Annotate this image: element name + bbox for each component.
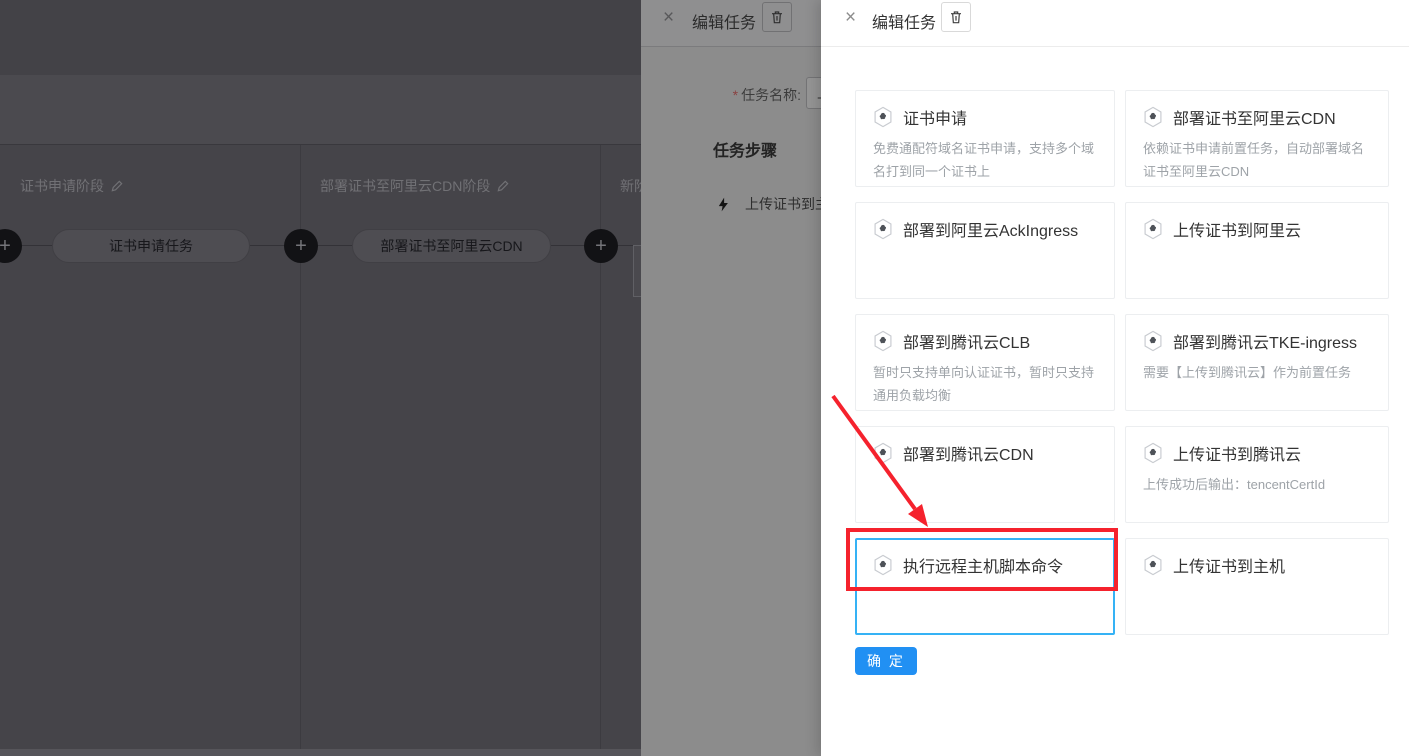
trash-icon: [948, 9, 964, 25]
delete-task-button[interactable]: [762, 2, 792, 32]
plugin-hexagon-icon: [873, 218, 893, 240]
plugin-hexagon-icon: [1143, 218, 1163, 240]
connector-line: [250, 245, 286, 246]
card-head: 证书申请: [873, 105, 1097, 129]
card-description: 依赖证书申请前置任务，自动部署域名证书至阿里云CDN: [1143, 138, 1371, 184]
task-type-card[interactable]: 上传证书到腾讯云上传成功后输出：tencentCertId: [1125, 426, 1389, 523]
trash-icon: [769, 9, 785, 25]
card-head: 部署到腾讯云CLB: [873, 329, 1097, 353]
app-canvas: 证书申请阶段 部署证书至阿里云CDN阶段 新阶段 证书申请任务 部署证书至阿里云…: [0, 0, 1409, 756]
card-head: 上传证书到阿里云: [1143, 217, 1371, 241]
task-name-label-text: 任务名称:: [741, 87, 801, 103]
task-name-label: *任务名称:: [701, 85, 801, 105]
task-node-deploy-aliyun-cdn[interactable]: 部署证书至阿里云CDN: [352, 229, 551, 263]
card-title: 部署到阿里云AckIngress: [903, 217, 1078, 241]
stage-title-text: 证书申请阶段: [20, 176, 104, 196]
required-mark: *: [733, 87, 738, 103]
edit-task-drawer-front: × 编辑任务 证书申请免费通配符域名证书申请，支持多个域名打到同一个证书上部署证…: [821, 0, 1409, 756]
card-head: 上传证书到主机: [1143, 553, 1371, 577]
card-head: 部署到阿里云AckIngress: [873, 217, 1097, 241]
stage-title-text: 部署证书至阿里云CDN阶段: [320, 176, 490, 196]
card-description: 上传成功后输出：tencentCertId: [1143, 474, 1371, 497]
plugin-hexagon-icon: [1143, 554, 1163, 576]
card-description: 暂时只支持单向认证证书，暂时只支持通用负载均衡: [873, 362, 1097, 408]
plugin-hexagon-icon: [1143, 330, 1163, 352]
card-head: 部署到腾讯云TKE-ingress: [1143, 329, 1371, 353]
task-type-card[interactable]: 部署到腾讯云TKE-ingress 需要【上传到腾讯云】作为前置任务: [1125, 314, 1389, 411]
card-title: 部署到腾讯云CDN: [903, 441, 1034, 465]
add-stage-button[interactable]: +: [0, 229, 22, 263]
card-title: 上传证书到腾讯云: [1173, 441, 1301, 465]
add-stage-button[interactable]: +: [284, 229, 318, 263]
lightning-icon: [716, 196, 731, 213]
card-title: 部署到腾讯云TKE-ingress: [1173, 329, 1357, 353]
card-head: 上传证书到腾讯云: [1143, 441, 1371, 465]
card-description: 需要【上传到腾讯云】作为前置任务: [1143, 362, 1371, 385]
card-head: 执行远程主机脚本命令: [873, 553, 1097, 577]
task-type-card[interactable]: 部署到腾讯云CDN: [855, 426, 1115, 523]
card-title: 部署证书至阿里云CDN: [1173, 105, 1336, 129]
drawer-title: 编辑任务: [692, 9, 756, 33]
card-title: 上传证书到阿里云: [1173, 217, 1301, 241]
task-step-item[interactable]: 上传证书到主机: [716, 194, 821, 214]
task-type-card[interactable]: 执行远程主机脚本命令: [855, 538, 1115, 635]
task-name-input[interactable]: [806, 77, 821, 109]
plugin-hexagon-icon: [873, 330, 893, 352]
task-type-card[interactable]: 上传证书到主机: [1125, 538, 1389, 635]
task-type-card[interactable]: 部署到腾讯云CLB 暂时只支持单向认证证书，暂时只支持通用负载均衡: [855, 314, 1115, 411]
edit-task-drawer-back: × 编辑任务 *任务名称: 任务步骤 上传证书到主机: [641, 0, 821, 756]
add-stage-button[interactable]: +: [584, 229, 618, 263]
delete-task-button[interactable]: [941, 2, 971, 32]
plugin-hexagon-icon: [873, 106, 893, 128]
card-head: 部署到腾讯云CDN: [873, 441, 1097, 465]
card-title: 部署到腾讯云CLB: [903, 329, 1030, 353]
task-type-card[interactable]: 部署到阿里云AckIngress: [855, 202, 1115, 299]
task-node-cert-request[interactable]: 证书申请任务: [52, 229, 250, 263]
card-title: 执行远程主机脚本命令: [903, 553, 1063, 577]
confirm-button[interactable]: 确 定: [855, 647, 917, 675]
card-description: 免费通配符域名证书申请，支持多个域名打到同一个证书上: [873, 138, 1097, 184]
connector-line: [18, 245, 52, 246]
close-icon[interactable]: ×: [663, 7, 674, 29]
card-head: 部署证书至阿里云CDN: [1143, 105, 1371, 129]
task-step-label: 上传证书到主机: [745, 194, 821, 214]
task-type-card[interactable]: 证书申请免费通配符域名证书申请，支持多个域名打到同一个证书上: [855, 90, 1115, 187]
plugin-hexagon-icon: [873, 554, 893, 576]
edit-pencil-icon: [496, 179, 510, 193]
edit-pencil-icon: [110, 179, 124, 193]
plugin-hexagon-icon: [1143, 106, 1163, 128]
card-title: 证书申请: [903, 105, 967, 129]
task-type-card[interactable]: 上传证书到阿里云: [1125, 202, 1389, 299]
stage-title-2[interactable]: 部署证书至阿里云CDN阶段: [320, 176, 510, 196]
close-icon[interactable]: ×: [845, 7, 856, 29]
connector-line: [551, 245, 586, 246]
connector-line: [616, 245, 633, 246]
task-steps-heading: 任务步骤: [713, 137, 777, 161]
plugin-hexagon-icon: [1143, 442, 1163, 464]
task-type-grid: 证书申请免费通配符域名证书申请，支持多个域名打到同一个证书上部署证书至阿里云CD…: [855, 90, 1389, 635]
task-type-card[interactable]: 部署证书至阿里云CDN 依赖证书申请前置任务，自动部署域名证书至阿里云CDN: [1125, 90, 1389, 187]
plugin-hexagon-icon: [873, 442, 893, 464]
stage-title-1[interactable]: 证书申请阶段: [20, 176, 124, 196]
drawer-title: 编辑任务: [872, 9, 936, 33]
connector-line: [316, 245, 352, 246]
card-title: 上传证书到主机: [1173, 553, 1285, 577]
